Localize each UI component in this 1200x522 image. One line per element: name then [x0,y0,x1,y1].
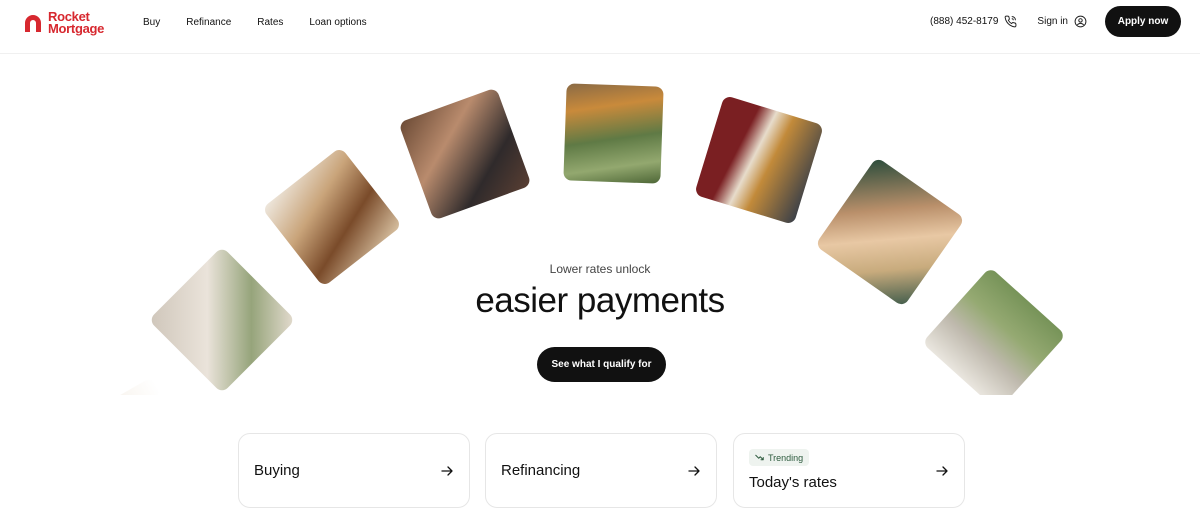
card-label: Refinancing [501,462,581,479]
user-circle-icon [1074,15,1087,28]
nav-item-refinance[interactable]: Refinance [186,17,231,28]
header-actions: (888) 452-8179 Sign in Apply now [930,6,1181,37]
hero-photo-couple [398,87,532,221]
nav-item-loan-options[interactable]: Loan options [309,17,366,28]
phone-link[interactable]: (888) 452-8179 [930,15,1017,28]
nav-item-rates[interactable]: Rates [257,17,283,28]
card-refinancing[interactable]: Refinancing [485,433,717,508]
main-nav: Buy Refinance Rates Loan options [143,0,393,44]
card-todays-rates[interactable]: Trending Today's rates [733,433,965,508]
site-header: Rocket Mortgage Buy Refinance Rates Loan… [0,0,1200,54]
trending-badge: Trending [749,449,810,466]
card-buying[interactable]: Buying [238,433,470,508]
card-label: Today's rates [749,474,837,491]
hero-headline: easier payments [475,281,725,320]
arrow-right-icon [688,466,700,476]
trending-badge-label: Trending [768,452,804,463]
logo-wordmark: Rocket Mortgage [48,10,105,36]
hero-kicker: Lower rates unlock [549,262,651,276]
hero-fade [0,395,1200,435]
sign-in-link[interactable]: Sign in [1037,15,1087,28]
sign-in-label: Sign in [1037,16,1068,27]
phone-number: (888) 452-8179 [930,16,999,27]
logo-line2: Mortgage [48,21,105,36]
trending-icon [755,454,764,461]
apply-now-button[interactable]: Apply now [1105,6,1181,37]
nav-item-buy[interactable]: Buy [143,17,160,28]
see-what-i-qualify-button[interactable]: See what I qualify for [537,347,666,382]
arrow-right-icon [936,466,948,476]
hero-photo-house-exterior [563,83,664,184]
phone-icon [1005,15,1017,28]
hero-photo-woman-doorway [694,95,824,225]
rocket-logo-icon [25,15,41,32]
card-label: Buying [254,462,300,479]
rocket-mortgage-logo[interactable]: Rocket Mortgage [22,9,122,37]
arrow-right-icon [441,466,453,476]
